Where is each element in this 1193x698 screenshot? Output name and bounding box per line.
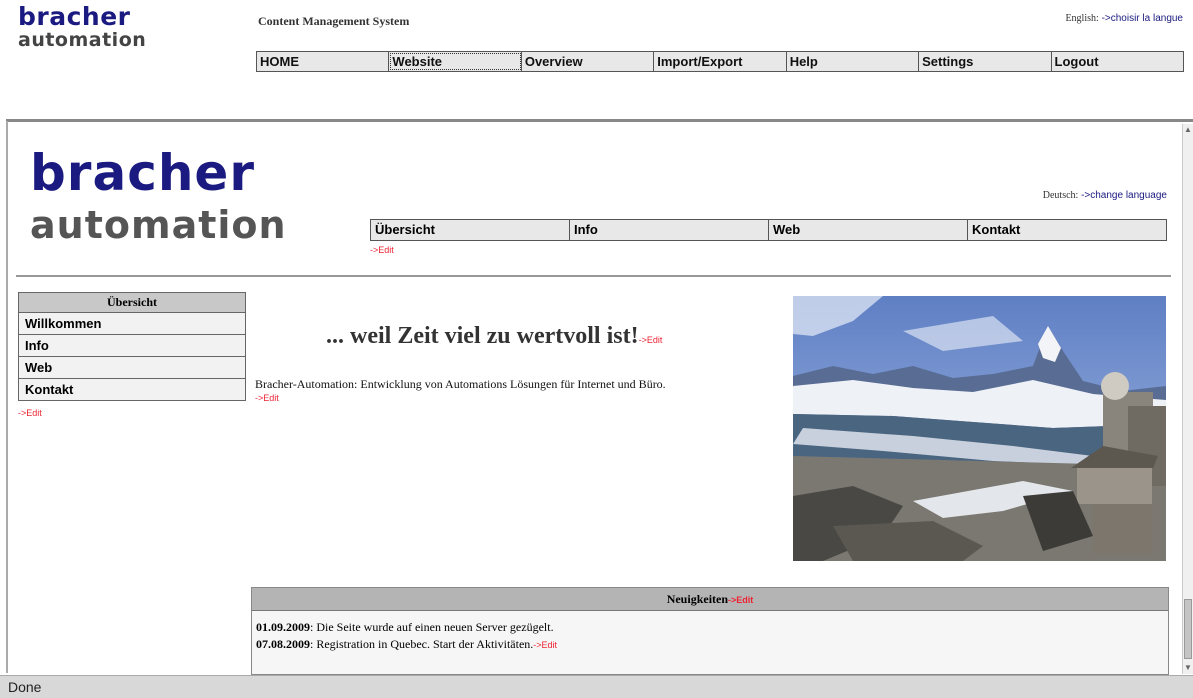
scrollbar-thumb[interactable] <box>1184 599 1192 659</box>
status-text: Done <box>8 679 42 695</box>
news-edit-link[interactable]: ->Edit <box>728 595 753 605</box>
site-language-link[interactable]: ->change language <box>1081 190 1167 201</box>
cms-title: Content Management System <box>258 14 410 28</box>
news-item: 07.08.2009: Registration in Quebec. Star… <box>256 636 1164 654</box>
page-headline: ... weil Zeit viel zu wertvoll ist!->Edi… <box>326 323 662 350</box>
news-date: 07.08.2009 <box>256 637 310 651</box>
cms-nav-home[interactable]: HOME <box>257 52 390 71</box>
cms-language-prefix: English: <box>1065 13 1099 24</box>
cms-nav-help[interactable]: Help <box>787 52 920 71</box>
news-item: 01.09.2009: Die Seite wurde auf einen ne… <box>256 619 1164 636</box>
site-logo-line1: bracher <box>30 144 255 202</box>
sidebar-edit-link[interactable]: ->Edit <box>18 408 42 418</box>
cms-nav-website[interactable]: Website <box>389 52 522 71</box>
cms-nav-logout[interactable]: Logout <box>1052 52 1183 71</box>
cms-logo-line2: automation <box>18 29 147 51</box>
news-item-edit-link[interactable]: ->Edit <box>533 640 557 650</box>
cms-language-switch: English: ->choisir la langue <box>1065 13 1183 24</box>
news-header: Neuigkeiten->Edit <box>252 588 1168 611</box>
cms-language-link[interactable]: ->choisir la langue <box>1102 13 1183 24</box>
site-nav-uebersicht[interactable]: Übersicht <box>371 220 570 240</box>
sidebar-item-willkommen[interactable]: Willkommen <box>18 313 246 335</box>
cms-logo: bracher automation <box>18 4 146 50</box>
cms-nav-settings[interactable]: Settings <box>919 52 1052 71</box>
site-nav-kontakt[interactable]: Kontakt <box>968 220 1166 240</box>
sidebar-item-web[interactable]: Web <box>18 357 246 379</box>
news-panel: Neuigkeiten->Edit 01.09.2009: Die Seite … <box>251 587 1169 675</box>
news-title: Neuigkeiten <box>666 592 729 606</box>
headline-edit-link[interactable]: ->Edit <box>639 335 663 345</box>
cms-logo-line1: bracher <box>18 2 131 31</box>
description-edit-link[interactable]: ->Edit <box>255 393 279 403</box>
site-language-switch: Deutsch: ->change language <box>1043 190 1167 201</box>
browser-status-bar: Done <box>0 675 1193 698</box>
sidebar-header: Übersicht <box>18 292 246 313</box>
mountain-photo <box>793 296 1166 561</box>
news-list: 01.09.2009: Die Seite wurde auf einen ne… <box>252 611 1168 662</box>
sidebar-item-info[interactable]: Info <box>18 335 246 357</box>
sidebar-menu: Übersicht Willkommen Info Web Kontakt <box>18 292 246 401</box>
cms-nav-overview[interactable]: Overview <box>522 52 655 71</box>
site-nav-web[interactable]: Web <box>769 220 968 240</box>
headline-text: ... weil Zeit viel zu wertvoll ist! <box>326 323 639 349</box>
site-nav-bar: Übersicht Info Web Kontakt <box>370 219 1167 241</box>
content-divider <box>16 275 1171 277</box>
preview-scrollbar[interactable]: ▲ ▼ <box>1182 124 1193 674</box>
frame-divider <box>6 119 1193 122</box>
scroll-up-icon[interactable]: ▲ <box>1184 125 1192 135</box>
frame-left-border <box>6 121 8 673</box>
cms-nav-import-export[interactable]: Import/Export <box>654 52 787 71</box>
scroll-down-icon[interactable]: ▼ <box>1184 663 1192 673</box>
site-logo-line2: automation <box>30 203 287 247</box>
cms-nav-bar: HOME Website Overview Import/Export Help… <box>256 51 1184 72</box>
news-date: 01.09.2009 <box>256 620 310 634</box>
news-text: : Die Seite wurde auf einen neuen Server… <box>310 620 554 634</box>
page-description: Bracher-Automation: Entwicklung von Auto… <box>255 377 666 391</box>
site-language-prefix: Deutsch: <box>1042 190 1079 201</box>
site-nav-info[interactable]: Info <box>570 220 769 240</box>
news-text: : Registration in Quebec. Start der Akti… <box>310 637 534 651</box>
site-nav-edit-link[interactable]: ->Edit <box>370 245 394 255</box>
site-logo[interactable]: bracher automation <box>30 148 287 244</box>
sidebar-item-kontakt[interactable]: Kontakt <box>18 379 246 401</box>
